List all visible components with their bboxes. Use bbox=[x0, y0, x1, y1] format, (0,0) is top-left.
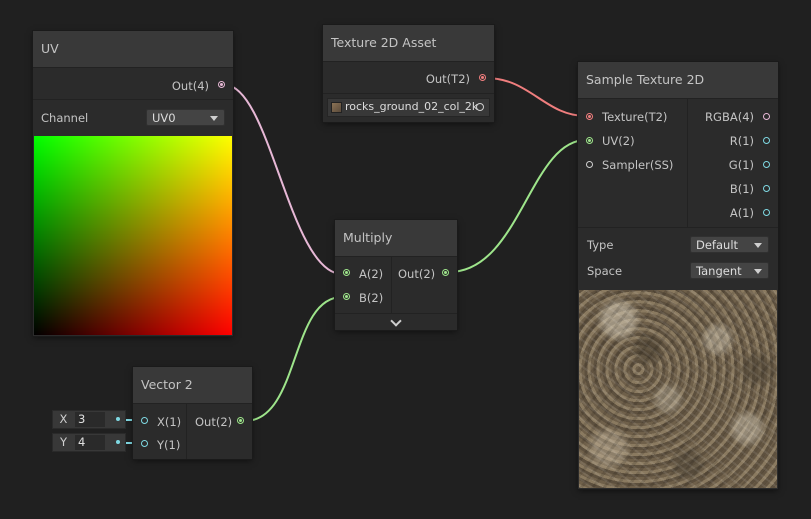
sample-output-b: B(1) bbox=[729, 182, 754, 196]
channel-label: Channel bbox=[41, 111, 89, 125]
multiply-a-label: A(2) bbox=[359, 267, 384, 281]
object-picker-icon[interactable] bbox=[476, 103, 484, 111]
uv-node-title[interactable]: UV bbox=[33, 31, 233, 68]
vector2-out-label: Out(2) bbox=[195, 415, 233, 429]
channel-value: UV0 bbox=[152, 111, 176, 125]
vector2-x-label: X(1) bbox=[157, 415, 182, 429]
space-dropdown[interactable]: Tangent bbox=[690, 262, 769, 279]
sample-texture-input-port[interactable] bbox=[586, 113, 593, 120]
type-value: Default bbox=[696, 238, 739, 252]
wire-texture-to-sample bbox=[485, 77, 587, 117]
vector2-y-label: Y(1) bbox=[157, 438, 181, 452]
y-value-field[interactable]: Y 4 bbox=[52, 433, 126, 452]
uv-out-port[interactable] bbox=[218, 81, 225, 88]
y-axis-label: Y bbox=[59, 435, 68, 449]
sample-input-uv: UV(2) bbox=[602, 134, 635, 148]
multiply-b-label: B(2) bbox=[359, 291, 384, 305]
texture-out-label: Out(T2) bbox=[425, 72, 470, 86]
channel-dropdown[interactable]: UV0 bbox=[146, 109, 225, 126]
texture-asset-node[interactable]: Texture 2D Asset Out(T2) rocks_ground_02… bbox=[323, 25, 494, 122]
wire-multiply-to-sample-uv bbox=[448, 139, 587, 273]
expand-chevron-icon[interactable] bbox=[390, 315, 402, 327]
sample-texture-title[interactable]: Sample Texture 2D bbox=[578, 62, 778, 99]
vector2-y-port[interactable] bbox=[141, 440, 148, 447]
y-value[interactable]: 4 bbox=[75, 435, 105, 450]
vector2-x-port[interactable] bbox=[141, 417, 148, 424]
sample-output-a: A(1) bbox=[729, 206, 754, 220]
multiply-out-port[interactable] bbox=[442, 269, 449, 276]
sample-a-port[interactable] bbox=[763, 209, 770, 216]
texture-preview bbox=[579, 290, 777, 488]
sample-output-g: G(1) bbox=[728, 158, 754, 172]
uv-preview bbox=[34, 136, 232, 335]
sample-output-r: R(1) bbox=[729, 134, 754, 148]
type-label: Type bbox=[587, 238, 614, 252]
uv-node[interactable]: UV Out(4) Channel UV0 bbox=[33, 31, 233, 336]
sample-sampler-input-port[interactable] bbox=[586, 161, 593, 168]
sample-input-texture: Texture(T2) bbox=[602, 110, 668, 124]
sample-uv-input-port[interactable] bbox=[586, 137, 593, 144]
wire-vector2-to-multiply-b bbox=[244, 296, 343, 422]
multiply-a-port[interactable] bbox=[343, 269, 350, 276]
sample-b-port[interactable] bbox=[763, 185, 770, 192]
uv-out-label: Out(4) bbox=[171, 79, 209, 93]
vector2-out-port[interactable] bbox=[237, 417, 244, 424]
multiply-b-port[interactable] bbox=[343, 293, 350, 300]
sample-input-sampler: Sampler(SS) bbox=[602, 158, 674, 172]
multiply-node[interactable]: Multiply A(2) B(2) Out(2) bbox=[335, 220, 457, 330]
chevron-down-icon bbox=[210, 116, 218, 121]
texture-field[interactable]: rocks_ground_02_col_2k bbox=[327, 98, 490, 117]
multiply-title[interactable]: Multiply bbox=[335, 220, 457, 257]
y-connector-dot bbox=[116, 440, 120, 444]
sample-rgba-port[interactable] bbox=[763, 113, 770, 120]
texture-asset-title[interactable]: Texture 2D Asset bbox=[323, 25, 494, 62]
x-value-field[interactable]: X 3 bbox=[52, 410, 126, 429]
sample-output-rgba: RGBA(4) bbox=[705, 110, 754, 124]
multiply-out-label: Out(2) bbox=[398, 267, 436, 281]
x-value[interactable]: 3 bbox=[75, 412, 105, 427]
type-dropdown[interactable]: Default bbox=[690, 236, 769, 253]
x-axis-label: X bbox=[59, 412, 68, 426]
texture-noise bbox=[579, 290, 777, 488]
texture-out-port[interactable] bbox=[479, 74, 486, 81]
space-value: Tangent bbox=[696, 264, 742, 278]
chevron-down-icon bbox=[754, 243, 762, 248]
texture-thumbnail-icon bbox=[331, 102, 342, 113]
sample-r-port[interactable] bbox=[763, 137, 770, 144]
space-label: Space bbox=[587, 264, 623, 278]
sample-texture-node[interactable]: Sample Texture 2D Texture(T2) UV(2) Samp… bbox=[578, 62, 778, 489]
sample-g-port[interactable] bbox=[763, 161, 770, 168]
x-connector-dot bbox=[116, 417, 120, 421]
vector2-node[interactable]: Vector 2 X(1) Y(1) Out(2) bbox=[133, 367, 252, 459]
vector2-title[interactable]: Vector 2 bbox=[133, 367, 252, 404]
texture-name: rocks_ground_02_col_2k bbox=[345, 100, 479, 113]
chevron-down-icon bbox=[754, 269, 762, 274]
